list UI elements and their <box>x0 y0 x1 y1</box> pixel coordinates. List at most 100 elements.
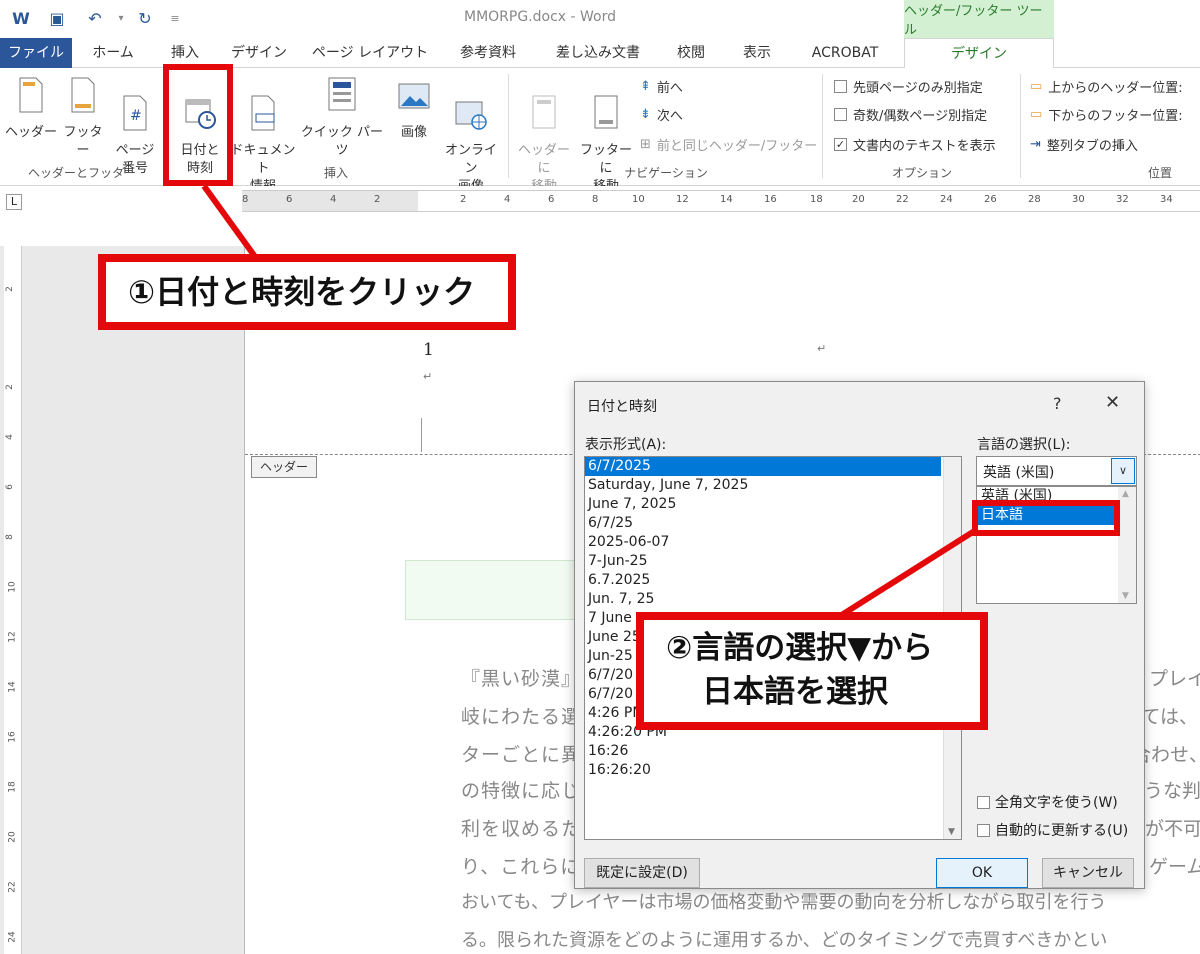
chevron-down-icon[interactable]: ∨ <box>1111 458 1135 484</box>
callout-step-2-line-1: ②言語の選択▼から <box>666 630 934 666</box>
previous-icon: ⇞ <box>640 78 651 94</box>
highlight-japanese-option <box>972 500 1120 536</box>
tab-home[interactable]: ホーム <box>88 38 138 68</box>
header-position-field[interactable]: ▭ 上からのヘッダー位置: <box>1030 76 1183 96</box>
tab-hf-design[interactable]: デザイン <box>904 38 1054 69</box>
page-number: 1 <box>423 340 434 360</box>
format-option[interactable]: 2025-06-07 <box>585 533 941 552</box>
tab-mailings[interactable]: 差し込み文書 <box>546 38 650 68</box>
checkbox-icon <box>834 79 847 93</box>
prev-button[interactable]: ⇞ 前へ <box>640 76 683 96</box>
svg-text:#: # <box>130 108 142 124</box>
close-icon[interactable]: ✕ <box>1105 392 1120 413</box>
contextual-tools-label: ヘッダー/フッター ツール <box>904 0 1054 38</box>
next-button[interactable]: ⇟ 次へ <box>640 104 683 124</box>
tab-references[interactable]: 参考資料 <box>448 38 528 68</box>
dialog-title: 日付と時刻 <box>587 399 657 415</box>
scroll-down-icon[interactable]: ▼ <box>948 827 955 837</box>
format-option[interactable]: 6.7.2025 <box>585 571 941 590</box>
body-text-fragment: が不可 <box>1145 818 1200 840</box>
ok-button[interactable]: OK <box>936 858 1028 888</box>
tab-file[interactable]: ファイル <box>0 38 72 68</box>
alignment-tab-icon: ⇥ <box>1030 136 1041 152</box>
page-number-icon: # <box>123 95 147 131</box>
ruler-tick: 24 <box>7 931 18 943</box>
paragraph-mark-icon: ↵ <box>817 342 827 355</box>
body-text-line: る。限られた資源をどのように運用するか、どのタイミングで売買すべきかとい <box>461 930 1108 951</box>
tab-acrobat[interactable]: ACROBAT <box>800 38 890 68</box>
header-icon <box>19 77 43 113</box>
format-option[interactable]: June 7, 2025 <box>585 495 941 514</box>
ruler-tick: 14 <box>720 194 733 205</box>
goto-footer-icon <box>594 95 618 129</box>
auto-update-checkbox[interactable]: 自動的に更新する(U) <box>977 820 1128 840</box>
body-text-line: り、これらに <box>461 856 581 878</box>
ruler-tick: 22 <box>896 194 909 205</box>
link-to-previous-button: ⊞ 前と同じヘッダー/フッター <box>640 136 818 154</box>
group-position-label: 位置 <box>1147 166 1172 180</box>
ruler-area: L 8 6 4 2 2 4 6 8 10 12 14 16 18 20 22 2… <box>0 186 1200 246</box>
show-document-text-checkbox[interactable]: ✓ 文書内のテキストを表示 <box>834 134 996 154</box>
group-options-label: オプション <box>891 166 952 180</box>
vertical-ruler[interactable]: 2 2 4 6 8 10 12 14 16 18 20 22 24 <box>4 246 22 954</box>
group-header-footer-label: ヘッダーとフッター <box>27 166 136 180</box>
scroll-down-icon[interactable]: ▼ <box>1122 591 1129 601</box>
header-button[interactable]: ヘッダー <box>4 76 58 142</box>
tab-selector[interactable]: L <box>6 194 22 210</box>
quick-parts-button[interactable]: クイック パーツ <box>298 76 386 160</box>
footer-button[interactable]: フッター <box>58 76 108 160</box>
ruler-tick: 4 <box>330 194 337 205</box>
help-button[interactable]: ? <box>1053 394 1062 413</box>
goto-header-icon <box>532 95 556 129</box>
tab-page-layout[interactable]: ページ レイアウト <box>310 38 430 68</box>
ruler-tick: 26 <box>984 194 997 205</box>
cancel-button[interactable]: キャンセル <box>1042 858 1134 888</box>
ruler-tick: 10 <box>632 194 645 205</box>
checkbox-icon <box>977 823 990 837</box>
fullwidth-checkbox[interactable]: 全角文字を使う(W) <box>977 792 1118 812</box>
ruler-tick: 12 <box>7 631 18 643</box>
ruler-tick: 30 <box>1072 194 1085 205</box>
different-first-page-checkbox[interactable]: 先頭ページのみ別指定 <box>834 76 983 96</box>
ruler-tick: 2 <box>374 194 381 205</box>
ruler-tick: 16 <box>7 731 18 743</box>
body-text-line: 利を収めるた <box>461 818 582 840</box>
margin-corner-mark <box>421 418 422 452</box>
picture-button[interactable]: 画像 <box>392 76 436 142</box>
online-picture-icon <box>455 101 487 130</box>
ruler-tick: 14 <box>7 681 18 693</box>
format-label: 表示形式(A): <box>585 437 667 453</box>
format-option[interactable]: Saturday, June 7, 2025 <box>585 476 941 495</box>
tab-review[interactable]: 校閲 <box>668 38 714 68</box>
scroll-up-icon[interactable]: ▲ <box>1122 489 1129 499</box>
format-option[interactable]: 16:26:20 <box>585 761 941 780</box>
group-separator <box>822 74 823 178</box>
ruler-tick: 20 <box>7 831 18 843</box>
format-option[interactable]: 7-Jun-25 <box>585 552 941 571</box>
format-option[interactable]: 16:26 <box>585 742 941 761</box>
language-list-scrollbar[interactable]: ▲ ▼ <box>1118 487 1136 603</box>
format-option[interactable]: 6/7/2025 <box>585 457 941 476</box>
set-default-button[interactable]: 既定に設定(D) <box>584 858 700 888</box>
ruler-tick: 10 <box>7 581 18 593</box>
group-separator <box>1020 74 1021 178</box>
highlight-date-time-button <box>163 64 233 186</box>
document-info-icon <box>251 95 275 131</box>
format-option[interactable]: 6/7/25 <box>585 514 941 533</box>
header-tag: ヘッダー <box>251 456 317 478</box>
checkbox-icon <box>834 107 847 121</box>
footer-position-field[interactable]: ▭ 下からのフッター位置: <box>1030 104 1183 124</box>
ruler-tick: 22 <box>7 881 18 893</box>
body-text-line: 『黒い砂漠』 <box>461 668 582 690</box>
insert-alignment-tab-button[interactable]: ⇥ 整列タブの挿入 <box>1030 134 1138 154</box>
horizontal-ruler[interactable]: 8 6 4 2 2 4 6 8 10 12 14 16 18 20 22 24 … <box>242 190 1200 212</box>
tab-view[interactable]: 表示 <box>732 38 782 68</box>
body-text-line: おいても、プレイヤーは市場の価格変動や需要の動向を分析しながら取引を行う <box>461 892 1107 913</box>
language-select[interactable]: 英語 (米国) ∨ <box>976 456 1137 486</box>
ruler-tick: 8 <box>242 194 249 205</box>
tab-design[interactable]: デザイン <box>228 38 290 68</box>
ruler-tick: 18 <box>810 194 823 205</box>
different-odd-even-checkbox[interactable]: 奇数/偶数ページ別指定 <box>834 104 987 124</box>
format-option[interactable]: Jun. 7, 25 <box>585 590 941 609</box>
ruler-tick: 4 <box>4 434 15 440</box>
